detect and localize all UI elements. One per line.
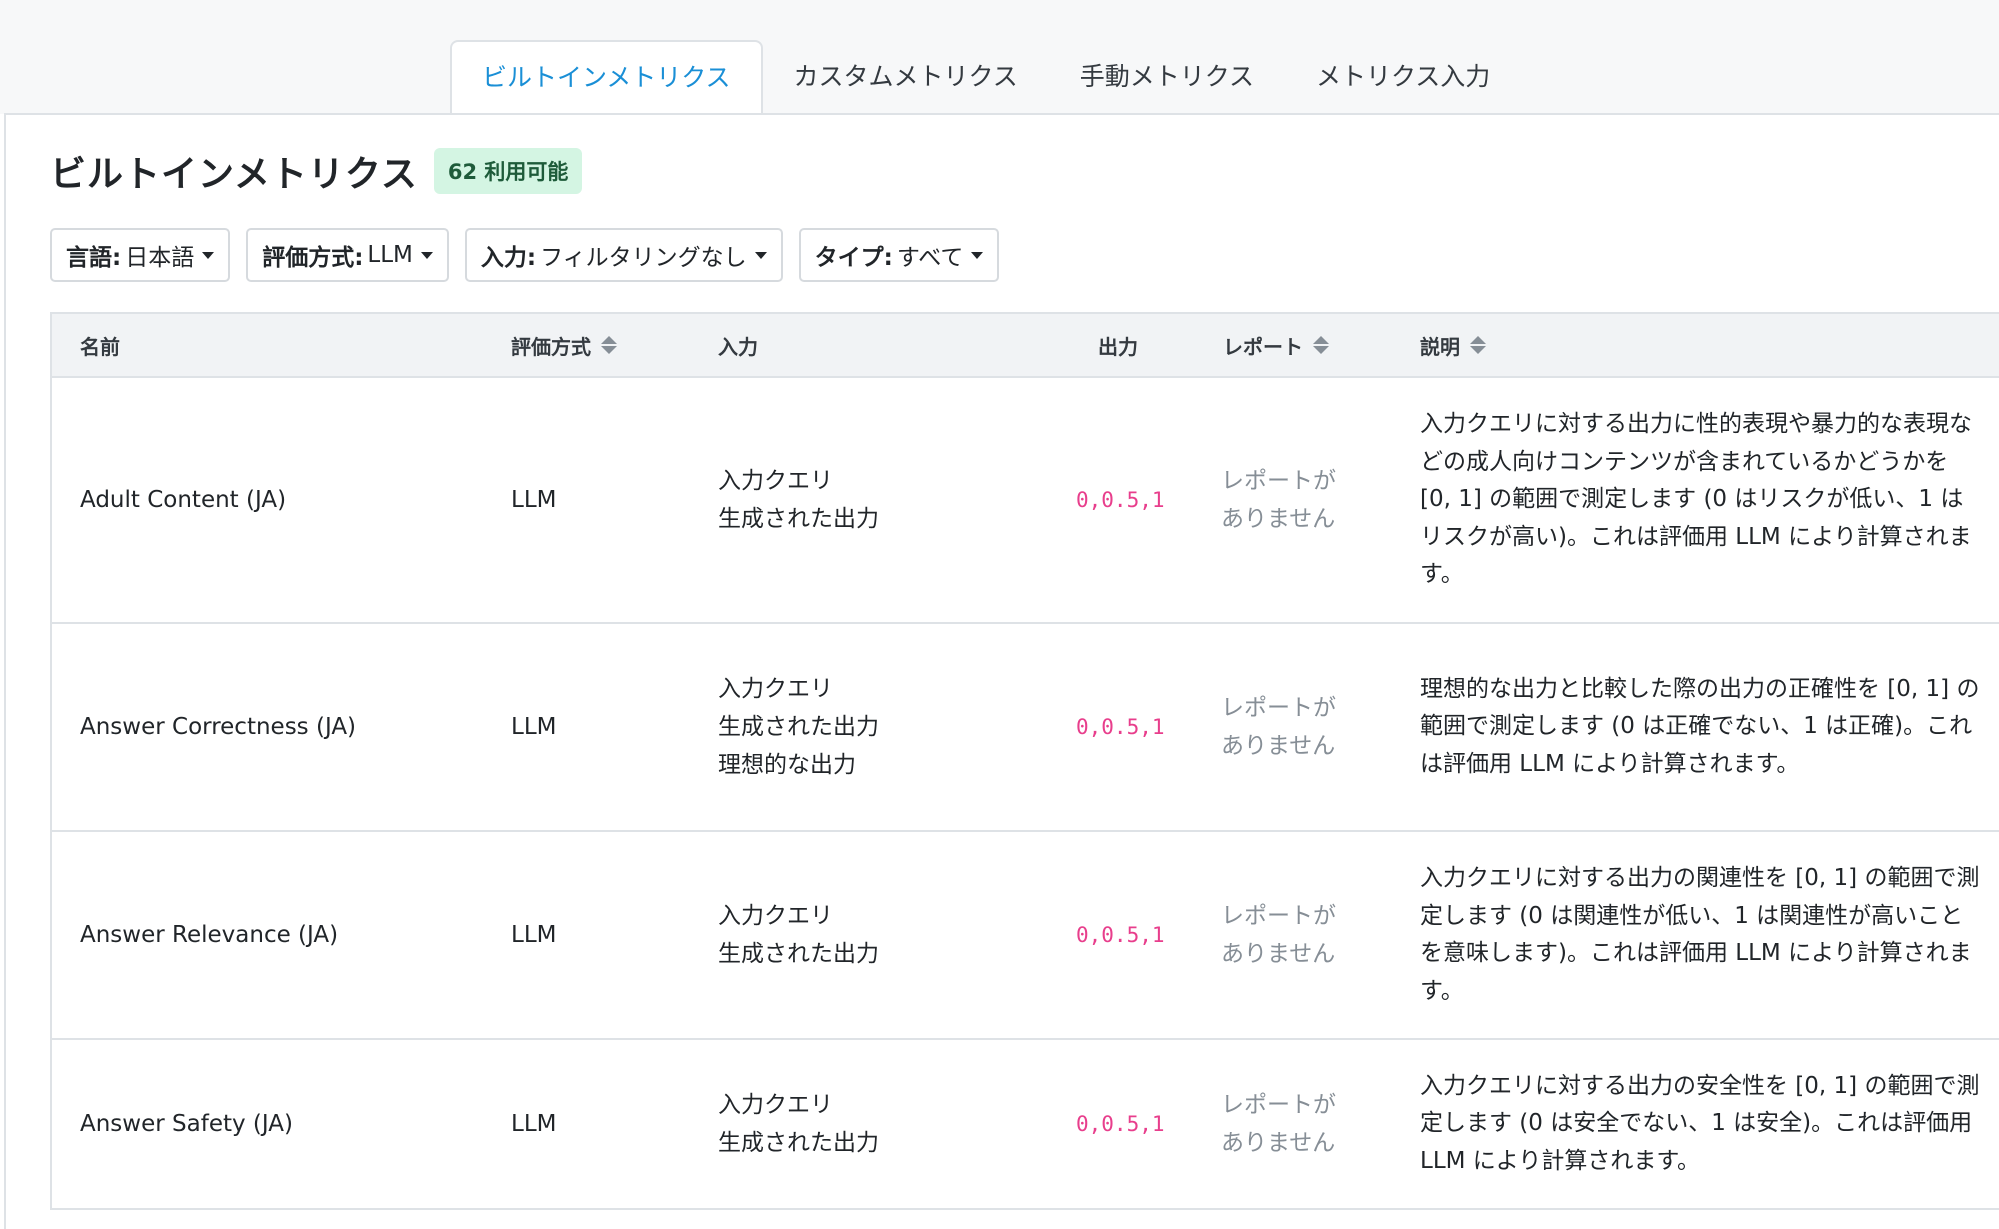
type-filter[interactable]: タイプ: すべて: [798, 228, 1000, 282]
column-header-method[interactable]: 評価方式: [511, 312, 718, 378]
metric-name[interactable]: Answer Safety (JA): [50, 1039, 511, 1210]
metric-inputs: 入力クエリ 生成された出力 理想的な出力: [718, 623, 1036, 832]
filter-label: 言語:: [66, 245, 122, 271]
metric-inputs: 入力クエリ 生成された出力: [718, 831, 1036, 1040]
top-bar: ビルトインメトリクス カスタムメトリクス 手動メトリクス メトリクス入力: [0, 0, 1999, 118]
metric-name[interactable]: Answer Relevance (JA): [50, 831, 511, 1040]
filter-value: すべて: [896, 245, 964, 271]
metric-report: レポートが ありません: [1215, 377, 1408, 624]
sort-icon[interactable]: [1313, 336, 1329, 354]
metric-inputs: 入力クエリ 生成された出力: [718, 377, 1036, 624]
caret-down-icon: [971, 251, 984, 259]
tab-manual-metrics[interactable]: 手動メトリクス: [1049, 40, 1285, 114]
filter-value: 日本語: [125, 245, 195, 271]
page-header: ビルトインメトリクス 62 利用可能: [50, 145, 583, 197]
metric-report: レポートが ありません: [1215, 831, 1408, 1040]
filter-value: フィルタリングなし: [540, 245, 747, 271]
column-header-description[interactable]: 説明: [1408, 312, 1999, 378]
caret-down-icon: [202, 251, 215, 259]
metric-method: LLM: [511, 831, 718, 1040]
filter-value: LLM: [367, 242, 413, 268]
column-header-output: 出力: [1036, 312, 1215, 378]
metric-report: レポートが ありません: [1215, 623, 1408, 832]
metric-description: 理想的な出力と比較した際の出力の正確性を [0, 1] の範囲で測定します (0…: [1408, 623, 1999, 832]
caret-down-icon: [420, 251, 433, 259]
metric-output: 0,0.5,1: [1036, 831, 1215, 1040]
input-filter[interactable]: 入力: フィルタリングなし: [464, 228, 783, 282]
metric-description: 入力クエリに対する出力の関連性を [0, 1] の範囲で測定します (0 は関連…: [1408, 831, 1999, 1040]
metric-description: 入力クエリに対する出力に性的表現や暴力的な表現などの成人向けコンテンツが含まれて…: [1408, 377, 1999, 624]
metric-method: LLM: [511, 623, 718, 832]
table-row[interactable]: Answer Safety (JA) LLM 入力クエリ 生成された出力 0,0…: [50, 1039, 1999, 1210]
metric-method: LLM: [511, 1039, 718, 1210]
table-row[interactable]: Answer Correctness (JA) LLM 入力クエリ 生成された出…: [50, 623, 1999, 832]
filter-label: 入力:: [480, 245, 537, 271]
page-title: ビルトインメトリクス: [50, 154, 418, 195]
count-badge: 62 利用可能: [433, 148, 583, 194]
metric-inputs: 入力クエリ 生成された出力: [718, 1039, 1036, 1210]
metric-output: 0,0.5,1: [1036, 1039, 1215, 1210]
caret-down-icon: [754, 251, 767, 259]
filter-label: タイプ:: [814, 245, 893, 271]
table-row[interactable]: Adult Content (JA) LLM 入力クエリ 生成された出力 0,0…: [50, 377, 1999, 624]
metric-description: 入力クエリに対する出力の安全性を [0, 1] の範囲で測定します (0 は安全…: [1408, 1039, 1999, 1210]
content-panel: ビルトインメトリクス 62 利用可能 言語: 日本語 評価方式: LLM 入力:…: [4, 113, 1999, 1229]
metric-name[interactable]: Adult Content (JA): [50, 377, 511, 624]
sort-icon[interactable]: [601, 336, 617, 354]
tab-builtin-metrics[interactable]: ビルトインメトリクス: [450, 40, 763, 118]
metrics-table: 名前 評価方式 入力 出力 レポート 説明 Adult Content (JA)…: [50, 312, 1999, 1210]
table-row[interactable]: Answer Relevance (JA) LLM 入力クエリ 生成された出力 …: [50, 831, 1999, 1040]
metric-method: LLM: [511, 377, 718, 624]
tab-bar: ビルトインメトリクス カスタムメトリクス 手動メトリクス メトリクス入力: [450, 40, 1521, 118]
column-header-name: 名前: [50, 312, 511, 378]
metric-report: レポートが ありません: [1215, 1039, 1408, 1210]
tab-metric-inputs[interactable]: メトリクス入力: [1285, 40, 1521, 114]
metric-output: 0,0.5,1: [1036, 377, 1215, 624]
filter-label: 評価方式:: [262, 245, 364, 271]
column-header-inputs: 入力: [718, 312, 1036, 378]
table-header-row: 名前 評価方式 入力 出力 レポート 説明: [50, 312, 1999, 378]
evaluation-method-filter[interactable]: 評価方式: LLM: [246, 228, 449, 282]
metric-output: 0,0.5,1: [1036, 623, 1215, 832]
metric-name[interactable]: Answer Correctness (JA): [50, 623, 511, 832]
filter-bar: 言語: 日本語 評価方式: LLM 入力: フィルタリングなし タイプ: すべて: [50, 228, 1000, 282]
tab-custom-metrics[interactable]: カスタムメトリクス: [763, 40, 1049, 114]
language-filter[interactable]: 言語: 日本語: [50, 228, 231, 282]
metrics-table-container: 名前 評価方式 入力 出力 レポート 説明 Adult Content (JA)…: [50, 312, 1999, 1210]
sort-icon[interactable]: [1470, 336, 1486, 354]
column-header-report[interactable]: レポート: [1215, 312, 1408, 378]
